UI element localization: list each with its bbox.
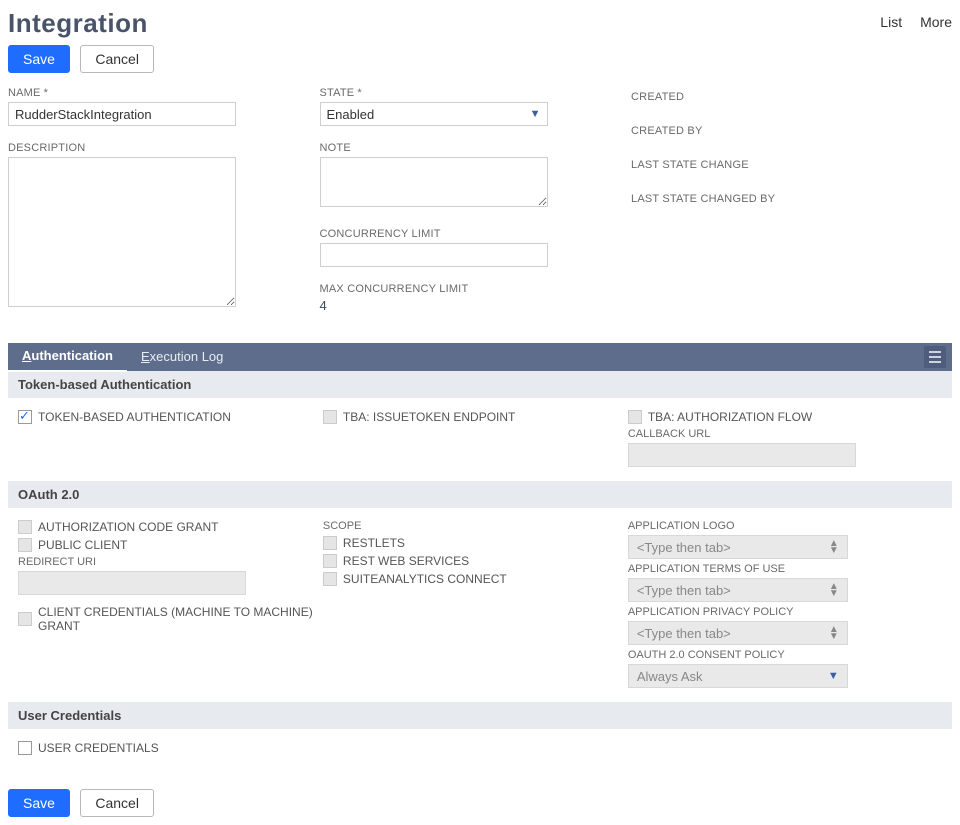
callback-url-label: CALLBACK URL: [628, 428, 933, 440]
tab-bar: Authentication Execution Log: [8, 343, 952, 371]
updown-icon: ▲▼: [829, 540, 839, 554]
chevron-down-icon: ▼: [828, 670, 839, 682]
cancel-button[interactable]: Cancel: [80, 45, 154, 73]
tab-execution-log[interactable]: Execution Log: [127, 343, 237, 371]
restlets-checkbox[interactable]: [323, 536, 337, 550]
callback-url-input: [628, 443, 856, 467]
created-by-label: CREATED BY: [631, 125, 919, 137]
app-terms-label: APPLICATION TERMS OF USE: [628, 563, 933, 575]
cancel-button-bottom[interactable]: Cancel: [80, 789, 154, 817]
name-label: NAME*: [8, 87, 296, 99]
user-credentials-label: USER CREDENTIALS: [38, 741, 159, 755]
app-privacy-label: APPLICATION PRIVACY POLICY: [628, 606, 933, 618]
max-concurrency-label: MAX CONCURRENCY LIMIT: [320, 283, 608, 295]
name-input[interactable]: [8, 102, 236, 126]
max-concurrency-value: 4: [320, 298, 608, 313]
app-logo-label: APPLICATION LOGO: [628, 520, 933, 532]
section-header-user-creds: User Credentials: [8, 702, 952, 729]
last-state-changed-by-label: LAST STATE CHANGED BY: [631, 193, 919, 205]
page-title: Integration: [8, 8, 148, 39]
consent-policy-label: OAUTH 2.0 CONSENT POLICY: [628, 649, 933, 661]
list-link[interactable]: List: [880, 14, 902, 30]
save-button[interactable]: Save: [8, 45, 70, 73]
app-privacy-input[interactable]: <Type then tab> ▲▼: [628, 621, 848, 645]
client-credentials-checkbox[interactable]: [18, 612, 32, 626]
tabbar-menu-icon[interactable]: [924, 346, 946, 368]
header-actions: List More: [880, 8, 952, 30]
scope-label: SCOPE: [323, 520, 628, 532]
more-link[interactable]: More: [920, 14, 952, 30]
tab-authentication[interactable]: Authentication: [8, 342, 127, 372]
app-logo-input[interactable]: <Type then tab> ▲▼: [628, 535, 848, 559]
public-client-checkbox[interactable]: [18, 538, 32, 552]
last-state-change-label: LAST STATE CHANGE: [631, 159, 919, 171]
section-header-tba: Token-based Authentication: [8, 371, 952, 398]
app-terms-input[interactable]: <Type then tab> ▲▼: [628, 578, 848, 602]
token-based-auth-checkbox[interactable]: [18, 410, 32, 424]
updown-icon: ▲▼: [829, 583, 839, 597]
description-label: DESCRIPTION: [8, 142, 296, 154]
user-credentials-checkbox[interactable]: [18, 741, 32, 755]
chevron-down-icon: ▼: [530, 108, 541, 120]
public-client-label: PUBLIC CLIENT: [38, 538, 127, 552]
top-button-row: Save Cancel: [8, 45, 952, 73]
client-credentials-label: CLIENT CREDENTIALS (MACHINE TO MACHINE) …: [38, 605, 323, 633]
created-label: CREATED: [631, 91, 919, 103]
section-header-oauth: OAuth 2.0: [8, 481, 952, 508]
rest-web-checkbox[interactable]: [323, 554, 337, 568]
updown-icon: ▲▼: [829, 626, 839, 640]
redirect-uri-input: [18, 571, 246, 595]
tba-issuetoken-label: TBA: ISSUETOKEN ENDPOINT: [343, 410, 515, 424]
state-label: STATE*: [320, 87, 608, 99]
tba-issuetoken-checkbox[interactable]: [323, 410, 337, 424]
tba-authflow-label: TBA: AUTHORIZATION FLOW: [648, 410, 812, 424]
auth-code-grant-label: AUTHORIZATION CODE GRANT: [38, 520, 218, 534]
auth-code-grant-checkbox[interactable]: [18, 520, 32, 534]
save-button-bottom[interactable]: Save: [8, 789, 70, 817]
bottom-button-row: Save Cancel: [8, 789, 952, 817]
state-select[interactable]: Enabled ▼: [320, 102, 548, 126]
description-textarea[interactable]: [8, 157, 236, 307]
token-based-auth-label: TOKEN-BASED AUTHENTICATION: [38, 410, 231, 424]
consent-policy-select[interactable]: Always Ask ▼: [628, 664, 848, 688]
note-label: NOTE: [320, 142, 608, 154]
suiteanalytics-checkbox[interactable]: [323, 572, 337, 586]
tba-authflow-checkbox[interactable]: [628, 410, 642, 424]
suiteanalytics-label: SUITEANALYTICS CONNECT: [343, 572, 507, 586]
note-textarea[interactable]: [320, 157, 548, 207]
concurrency-limit-label: CONCURRENCY LIMIT: [320, 228, 608, 240]
rest-web-label: REST WEB SERVICES: [343, 554, 469, 568]
concurrency-limit-input[interactable]: [320, 243, 548, 267]
redirect-uri-label: REDIRECT URI: [18, 556, 323, 568]
restlets-label: RESTLETS: [343, 536, 405, 550]
